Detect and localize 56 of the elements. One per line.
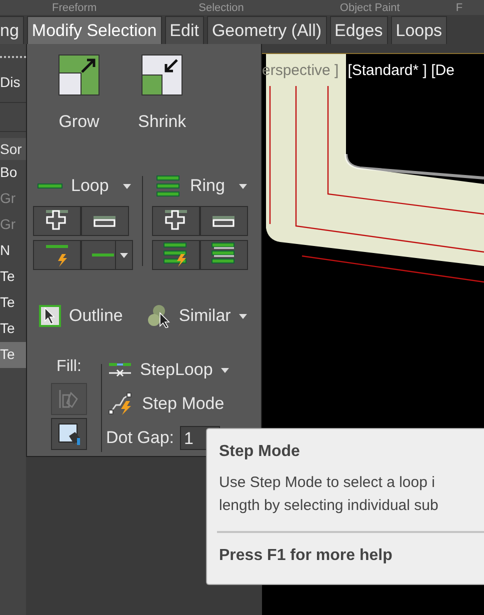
- list-item[interactable]: Te: [0, 342, 26, 368]
- dropdown-caret-icon: [238, 184, 247, 188]
- spheres-cursor-icon: [146, 304, 171, 328]
- line-icon: [92, 252, 114, 258]
- dot-gap-label: Dot Gap:: [106, 428, 174, 448]
- ring-tool-button[interactable]: [152, 206, 200, 236]
- dropdown-caret-icon: [238, 314, 247, 318]
- shrink-button[interactable]: Shrink: [136, 52, 188, 134]
- shrink-loop-icon: [212, 215, 236, 227]
- fill-label: Fill:: [56, 358, 82, 376]
- list-item[interactable]: Te: [0, 290, 26, 316]
- ring-tool-button[interactable]: [152, 240, 200, 270]
- steploop-icon: [108, 362, 132, 378]
- grow-button[interactable]: Grow: [56, 52, 102, 134]
- dropdown-caret-icon: [220, 368, 229, 372]
- dropdown-caret-icon: [122, 184, 131, 188]
- step-mode-button[interactable]: Step Mode: [106, 390, 231, 418]
- ring-button[interactable]: Ring: [152, 172, 248, 200]
- list-item[interactable]: Te: [0, 316, 26, 342]
- list-item[interactable]: Te: [0, 264, 26, 290]
- shrink-loop-icon: [93, 215, 117, 227]
- outline-button[interactable]: Outline: [37, 302, 125, 330]
- ribbon-group-tab[interactable]: Freeform: [52, 1, 97, 15]
- loop-lines-icon: [37, 183, 63, 189]
- loop-tool-button[interactable]: [33, 206, 81, 236]
- display-label: Dis: [0, 73, 22, 92]
- ribbon-tab[interactable]: Loops: [390, 16, 448, 44]
- loop-button[interactable]: Loop: [33, 172, 133, 200]
- ribbon-tab[interactable]: Edit: [164, 16, 204, 44]
- ribbon-tab[interactable]: ng: [0, 16, 24, 44]
- steploop-button[interactable]: StepLoop: [106, 358, 231, 382]
- grow-icon: [58, 54, 100, 96]
- ribbon-group-tab[interactable]: Selection: [198, 1, 244, 15]
- step-lightning-icon: [108, 392, 134, 416]
- ribbon-group-tab[interactable]: F: [456, 1, 463, 15]
- ribbon-group-tab[interactable]: Object Paint: [340, 1, 400, 15]
- ring-lines-icon: [156, 175, 182, 197]
- ring-tool-button[interactable]: [200, 206, 248, 236]
- loop-tool-button[interactable]: [81, 206, 129, 236]
- bucket-square-icon: [57, 422, 81, 446]
- outline-cursor-icon: [39, 305, 61, 327]
- lines-spark-icon: [163, 242, 189, 268]
- lines-spark-icon: [44, 242, 70, 268]
- ribbon-tab[interactable]: Modify Selection: [26, 16, 162, 44]
- dropdown-caret-icon: [120, 252, 128, 258]
- shrink-icon: [141, 54, 184, 96]
- list-item[interactable]: Bo: [0, 160, 26, 186]
- sort-label: Sor: [0, 138, 26, 160]
- loop-tool-button[interactable]: [33, 240, 81, 270]
- ring-tool-button[interactable]: [200, 240, 248, 270]
- ribbon-tab[interactable]: Geometry (All): [206, 16, 327, 44]
- fill-button[interactable]: [51, 418, 87, 450]
- viewport-label[interactable]: [Standard* ] [De: [348, 62, 454, 79]
- list-item[interactable]: N: [0, 238, 26, 264]
- ribbon-tab[interactable]: Edges: [330, 16, 388, 44]
- similar-button[interactable]: Similar: [144, 302, 249, 330]
